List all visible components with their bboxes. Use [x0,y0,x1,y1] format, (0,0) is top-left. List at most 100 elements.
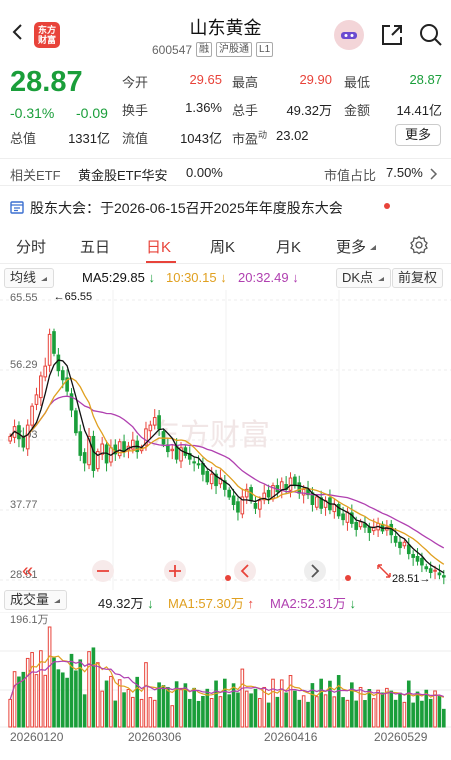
volume-indicator-select[interactable]: 成交量 [4,590,67,610]
settings-gear-icon[interactable] [409,235,429,255]
ma5-legend-text: MA5:29.85 [82,270,145,285]
amount-label: 金额 [344,103,371,118]
dk-point-select[interactable]: DK点 [336,268,391,288]
volume-bar [420,700,424,728]
volume-bar [95,662,100,728]
candle-body [56,354,61,372]
search-icon[interactable] [418,22,444,48]
pe-value: 23.02 [276,128,309,143]
candle-body [393,536,398,543]
y-tick-label: 65.55 [10,292,38,304]
volume-bar [306,701,310,728]
candle-body [74,410,78,434]
volume-bar [437,695,442,728]
volume-bar [380,692,385,728]
volume-bar [161,685,166,728]
turnover-label: 换手 [122,103,149,118]
candle-body [205,471,210,483]
volume-bar [187,698,192,728]
float-mcap-label: 流值 [122,131,149,146]
indicator-select[interactable]: 均线 [4,268,54,288]
quote-panel: 28.87 -0.31% -0.09 今开 29.65 最高 29.90 最低 … [0,62,451,152]
announcement-row[interactable]: 股东大会：于2026-06-15召开2025年年度股东大会 [0,192,451,222]
candle-body [47,333,52,366]
volume-bar [43,674,48,728]
candle-body [227,489,232,498]
candle-body [196,463,201,466]
candle-body [253,502,258,509]
volume-bar [332,696,337,728]
volume-chart[interactable]: 196.1万 [0,612,451,728]
tab-intraday[interactable]: 分时 [16,236,46,257]
volume-bar [87,651,91,728]
date-tick: 20260120 [10,730,64,744]
tab-monthly-k[interactable]: 月K [276,236,301,257]
volume-bar [30,652,34,728]
volume-bar [209,698,214,728]
kline-chart[interactable]: 东方财富 65.5556.2947.0337.7728.51 ←65.55 28… [0,290,451,590]
volume-bar [253,688,258,728]
pe-label: 市盈动 [232,128,267,147]
volume-bar [385,687,389,728]
chevron-right-icon [430,168,438,180]
dropdown-triangle-icon [377,277,384,281]
down-arrow-icon: ↓ [147,596,154,611]
volume-bar [60,672,65,728]
volume-bar [262,686,267,728]
adjust-select[interactable]: 前复权 [392,268,444,288]
volume-bar [52,657,56,728]
volume-bar [376,689,380,728]
candle-body [420,557,424,566]
volume-bar [196,700,201,728]
candle-body [209,473,214,485]
tab-weekly-k[interactable]: 周K [210,236,235,257]
y-tick-label: 37.77 [10,499,38,511]
candle-body [428,568,433,574]
tab-more[interactable]: 更多 [336,236,378,257]
candle-body [25,424,30,450]
volume-bar [258,698,262,728]
candle-body [152,417,157,426]
volume-bars [8,626,446,728]
chart-nav-controls: « [22,560,391,582]
volume-bar [157,682,161,728]
down-arrow-icon: ↓ [349,596,357,611]
etf-weight-value: 7.50% [386,165,423,180]
volume-bar [227,694,232,728]
more-fields-button[interactable]: 更多 [395,124,441,146]
candle-body [117,441,122,457]
assistant-avatar-icon[interactable] [334,20,364,50]
related-etf-row[interactable]: 相关ETF 黄金股ETF华安 0.00% 市值占比 7.50% [0,158,451,186]
tab-five-day[interactable]: 五日 [80,236,110,257]
dropdown-triangle-icon [370,245,377,250]
date-tick: 20260529 [374,730,428,744]
candle-body [157,415,161,430]
volume-bar [288,675,293,728]
x-axis-dates: 20260120 20260306 20260416 20260529 [0,728,451,748]
period-tabs: 分时 五日 日K 周K 月K 更多 [0,228,451,264]
candle-body [34,394,39,405]
volume-bar [131,696,135,728]
volume-bar [126,689,131,728]
low-label: 最低 [344,75,371,90]
volume-bar [144,662,148,728]
open-label: 今开 [122,75,149,90]
volume-max-label: 196.1万 [10,614,49,626]
candle-body [398,541,402,549]
share-icon[interactable] [379,22,405,48]
volume-label: 总手 [232,103,259,118]
volume-bar [367,689,372,728]
vol-ma2-text: MA2:52.31万 [270,596,346,611]
volume-bar [275,696,280,728]
down-arrow-icon: ↓ [292,270,299,285]
volume-bar [363,700,367,728]
volume-bar [179,687,183,728]
high-label: 最高 [232,75,259,90]
active-tab-underline [146,261,176,263]
volume-bar [249,693,253,728]
volume-bar [323,694,328,728]
tab-daily-k[interactable]: 日K [146,236,171,257]
level-tag: L1 [256,42,274,57]
open-value: 29.65 [189,72,222,87]
up-arrow-icon: ↑ [247,596,255,611]
